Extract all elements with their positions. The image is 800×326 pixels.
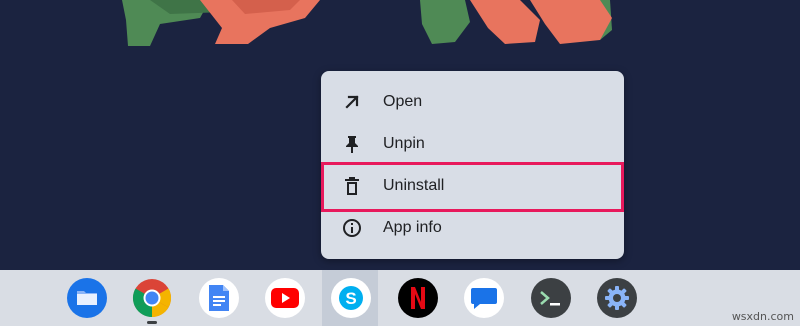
shelf: S wsxdn.com	[0, 270, 800, 326]
settings-icon	[605, 286, 629, 310]
messages-icon	[471, 288, 497, 309]
shelf-app-skype[interactable]: S	[331, 278, 371, 318]
menu-item-label: App info	[383, 219, 442, 236]
menu-item-uninstall[interactable]: Uninstall	[321, 165, 624, 207]
shelf-app-files[interactable]	[67, 278, 107, 318]
running-indicator	[147, 321, 157, 324]
files-icon	[67, 278, 107, 318]
menu-item-open[interactable]: Open	[321, 81, 624, 123]
svg-text:S: S	[345, 289, 356, 308]
docs-icon	[209, 285, 229, 311]
watermark: wsxdn.com	[731, 310, 794, 323]
arrow-up-right-icon	[341, 91, 363, 113]
shelf-app-chrome[interactable]	[132, 278, 172, 318]
skype-icon: S	[339, 286, 363, 310]
menu-item-label: Uninstall	[383, 177, 445, 194]
menu-item-label: Unpin	[383, 135, 425, 152]
context-menu: Open Unpin Uninstall App info	[321, 71, 624, 259]
shelf-app-messages[interactable]	[464, 278, 504, 318]
netflix-icon	[411, 287, 425, 309]
trash-icon	[341, 175, 363, 197]
pin-icon	[341, 133, 363, 155]
shelf-app-docs[interactable]	[199, 278, 239, 318]
menu-item-app-info[interactable]: App info	[321, 207, 624, 249]
info-icon	[341, 217, 363, 239]
chrome-icon	[132, 279, 172, 318]
shelf-app-terminal[interactable]	[531, 278, 571, 318]
youtube-icon	[271, 288, 299, 308]
menu-item-label: Open	[383, 93, 423, 110]
shelf-app-netflix[interactable]	[398, 278, 438, 318]
terminal-icon	[540, 291, 560, 306]
shelf-app-settings[interactable]	[597, 278, 637, 318]
menu-item-unpin[interactable]: Unpin	[321, 123, 624, 165]
shelf-app-youtube[interactable]	[265, 278, 305, 318]
